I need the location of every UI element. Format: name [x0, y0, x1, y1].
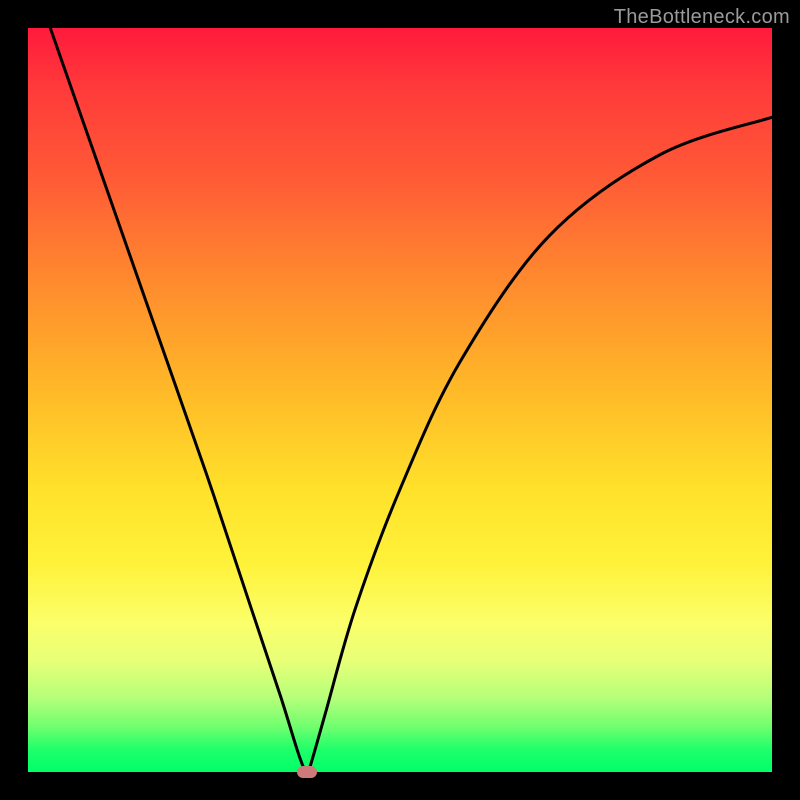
- chart-frame: TheBottleneck.com: [0, 0, 800, 800]
- chart-curve: [28, 28, 772, 772]
- watermark-text: TheBottleneck.com: [614, 6, 790, 29]
- chart-plot-area: [28, 28, 772, 772]
- min-point-marker: [297, 766, 317, 778]
